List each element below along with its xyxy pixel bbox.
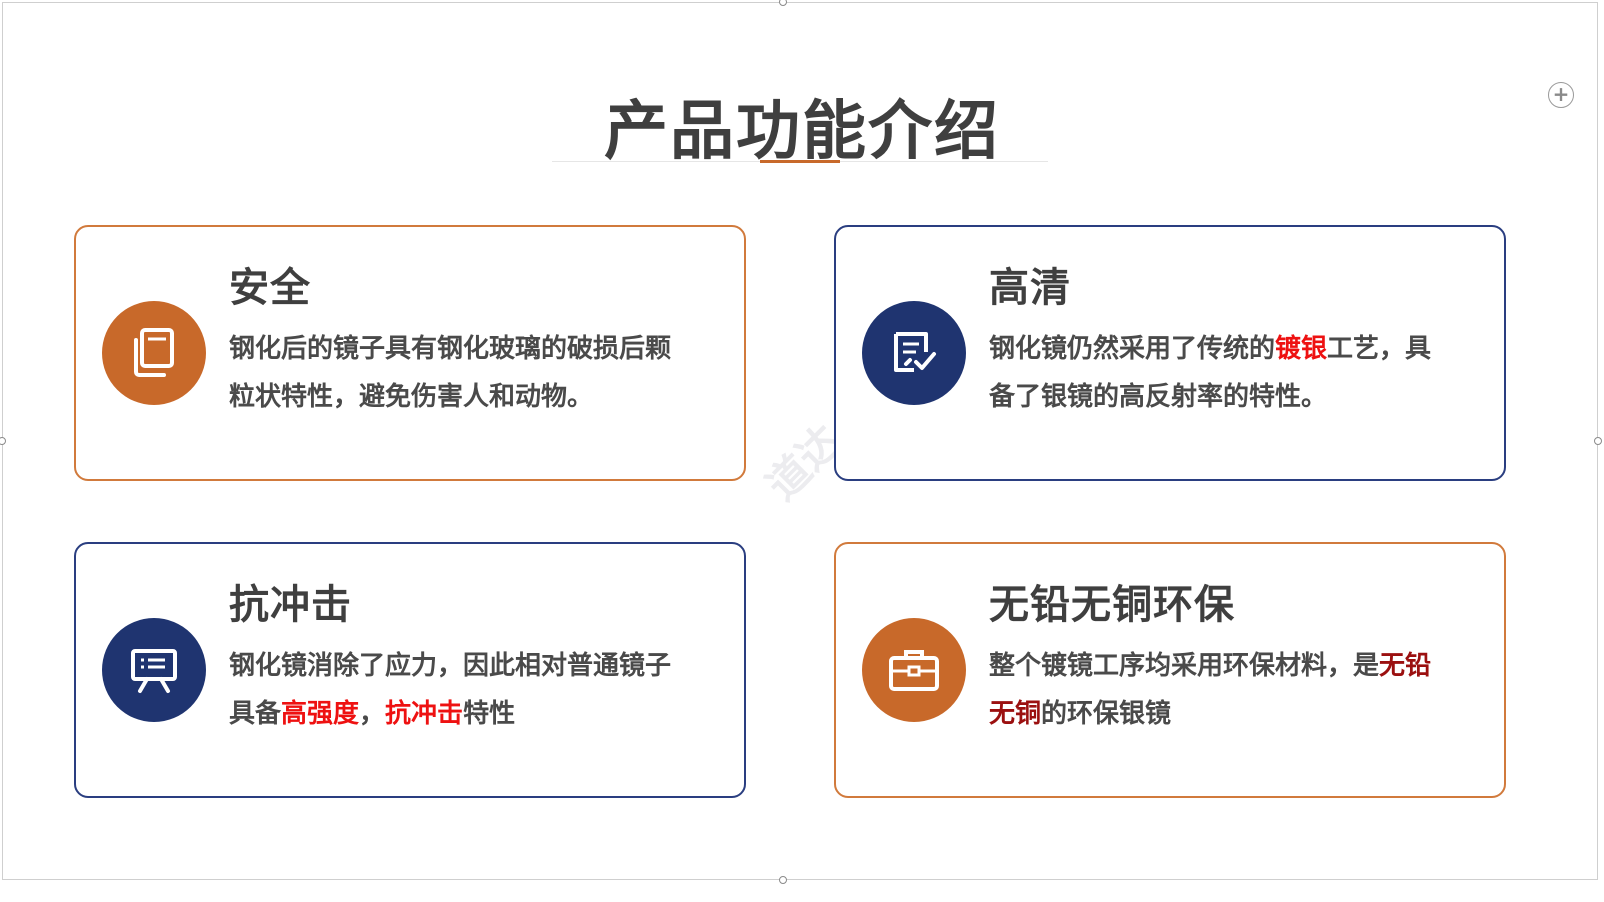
feature-card-hd: 高清 钢化镜仍然采用了传统的镀银工艺，具备了银镜的高反射率的特性。: [834, 225, 1506, 481]
desc-highlight: 高强度: [281, 699, 360, 729]
resize-handle-left[interactable]: [0, 437, 6, 445]
book-icon: [102, 301, 206, 405]
desc-text: 的环保银镜: [1041, 699, 1172, 729]
card-description: 钢化镜消除了应力，因此相对普通镜子具备高强度，抗冲击特性: [229, 642, 689, 738]
feature-card-impact: 抗冲击 钢化镜消除了应力，因此相对普通镜子具备高强度，抗冲击特性: [74, 542, 746, 798]
desc-text: 钢化后的镜子具有钢化玻璃的破损后颗粒状特性，避免伤害人和动物。: [229, 334, 672, 412]
presentation-board-icon: [102, 618, 206, 722]
card-description: 钢化镜仍然采用了传统的镀银工艺，具备了银镜的高反射率的特性。: [989, 325, 1449, 421]
card-title: 抗冲击: [229, 582, 352, 628]
page-title: 产品功能介绍: [604, 95, 1000, 169]
feature-card-eco: 无铅无铜环保 整个镀镜工序均采用环保材料，是无铅无铜的环保银镜: [834, 542, 1506, 798]
resize-handle-bottom[interactable]: [779, 876, 787, 884]
card-description: 钢化后的镜子具有钢化玻璃的破损后颗粒状特性，避免伤害人和动物。: [229, 325, 689, 421]
feature-card-safety: 安全 钢化后的镜子具有钢化玻璃的破损后颗粒状特性，避免伤害人和动物。: [74, 225, 746, 481]
card-title: 高清: [989, 265, 1071, 311]
briefcase-icon: [862, 618, 966, 722]
desc-text: ，: [359, 699, 386, 729]
desc-highlight: 镀银: [1275, 334, 1328, 364]
resize-handle-right[interactable]: [1594, 437, 1602, 445]
desc-text: 整个镀镜工序均采用环保材料，是: [989, 651, 1380, 681]
card-title: 无铅无铜环保: [989, 582, 1235, 628]
title-accent-bar: [760, 160, 840, 163]
desc-text: 特性: [463, 699, 516, 729]
checklist-icon: [862, 301, 966, 405]
card-title: 安全: [229, 265, 311, 311]
card-description: 整个镀镜工序均采用环保材料，是无铅无铜的环保银镜: [989, 642, 1449, 738]
desc-text: 钢化镜仍然采用了传统的: [989, 334, 1276, 364]
resize-handle-top[interactable]: [779, 0, 787, 6]
desc-highlight: 抗冲击: [385, 699, 464, 729]
